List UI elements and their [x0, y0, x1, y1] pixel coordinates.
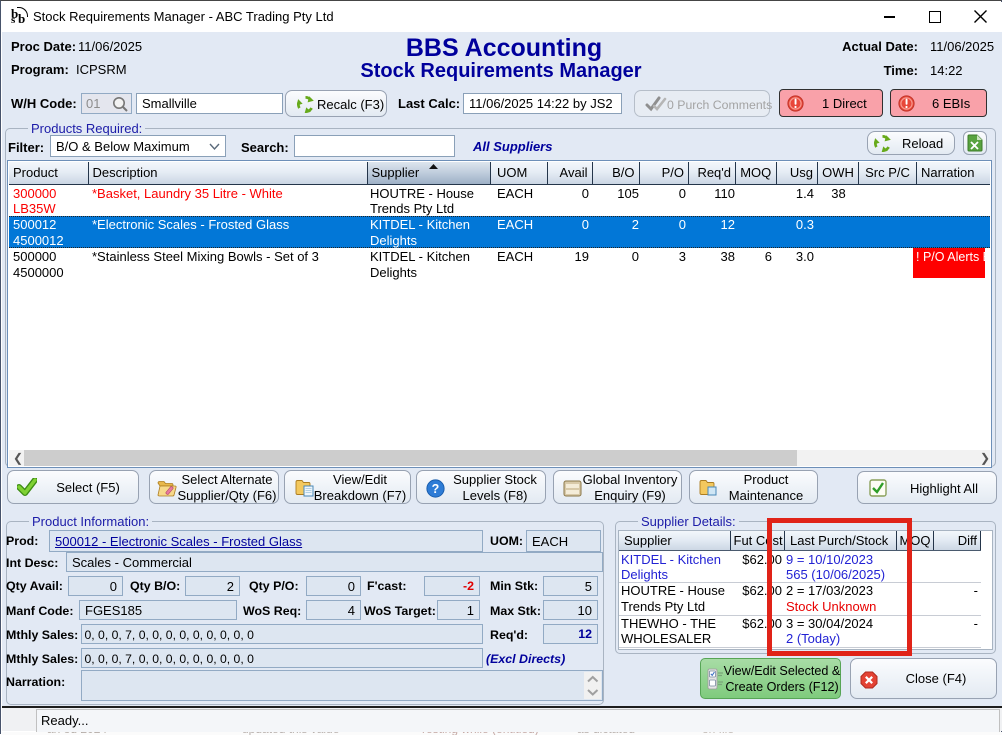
svg-text:?: ? [432, 482, 440, 496]
